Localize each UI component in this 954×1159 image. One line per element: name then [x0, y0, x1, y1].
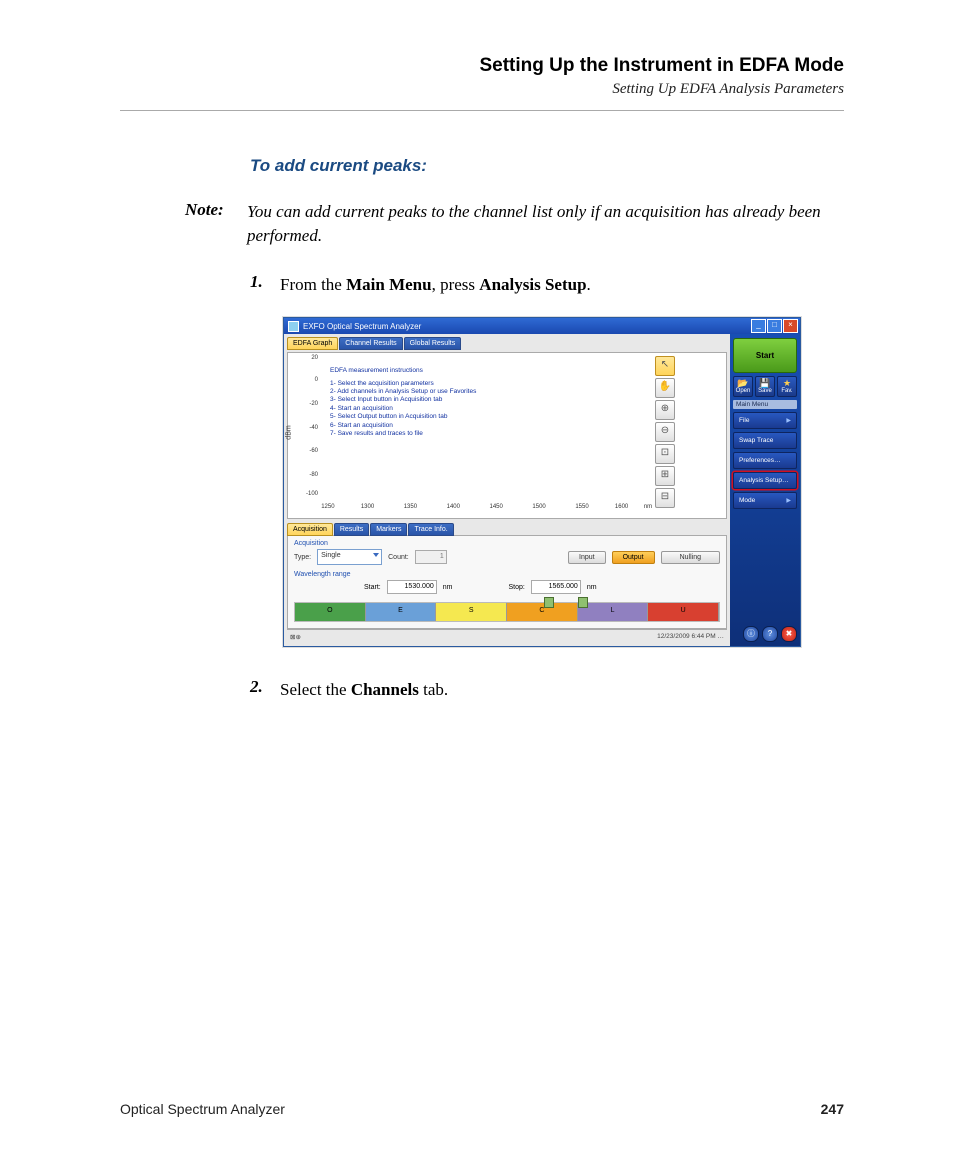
slider-handle-start[interactable]: [544, 597, 554, 608]
band-c: C: [507, 603, 578, 621]
band-o: O: [295, 603, 366, 621]
statusbar-left: ⊠⊕: [290, 633, 301, 641]
x-tick: 1300: [361, 504, 374, 510]
analysis-setup-button[interactable]: Analysis Setup…: [733, 472, 797, 489]
x-tick: 1450: [490, 504, 503, 510]
start-button[interactable]: Start: [733, 338, 797, 373]
tab-channel-results[interactable]: Channel Results: [339, 337, 402, 350]
chevron-right-icon: ▶: [786, 497, 791, 504]
y-tick: -60: [298, 448, 318, 454]
start-field[interactable]: 1530.000: [387, 580, 437, 594]
wavelength-group-label: Wavelength range: [294, 571, 720, 578]
y-tick: -40: [298, 425, 318, 431]
type-select[interactable]: Single: [317, 549, 382, 565]
stop-unit: nm: [587, 584, 597, 591]
tab-results[interactable]: Results: [334, 523, 369, 536]
y-axis-label: dBm: [286, 425, 293, 439]
window-title: EXFO Optical Spectrum Analyzer: [303, 322, 751, 331]
x-tick: 1250: [321, 504, 334, 510]
x-tick: 1400: [447, 504, 460, 510]
start-unit: nm: [443, 584, 453, 591]
section-heading: To add current peaks:: [250, 156, 844, 176]
x-tick: 1600: [615, 504, 628, 510]
zoom-fit-icon[interactable]: ⊞: [655, 466, 675, 486]
minimize-button[interactable]: _: [751, 319, 766, 333]
footer-title: Optical Spectrum Analyzer: [120, 1101, 285, 1117]
zoom-in-icon[interactable]: ⊕: [655, 400, 675, 420]
step-number: 1.: [250, 272, 280, 298]
start-label: Start:: [364, 584, 381, 591]
file-menu-button[interactable]: File▶: [733, 412, 797, 429]
step-text: From the Main Menu, press Analysis Setup…: [280, 272, 591, 298]
band-u: U: [648, 603, 719, 621]
help-button[interactable]: ?: [762, 626, 778, 642]
zoom-region-icon[interactable]: ⊡: [655, 444, 675, 464]
x-tick: 1350: [404, 504, 417, 510]
favorites-button[interactable]: ★Fav.: [777, 376, 797, 397]
maximize-button[interactable]: □: [767, 319, 782, 333]
preferences-button[interactable]: Preferences…: [733, 452, 797, 469]
tab-trace-info[interactable]: Trace Info.: [408, 523, 453, 536]
slider-handle-stop[interactable]: [578, 597, 588, 608]
app-icon: [288, 321, 299, 332]
page-title: Setting Up the Instrument in EDFA Mode: [120, 55, 844, 77]
count-label: Count:: [388, 554, 409, 561]
tab-markers[interactable]: Markers: [370, 523, 407, 536]
chevron-right-icon: ▶: [786, 417, 791, 424]
type-label: Type:: [294, 554, 311, 561]
plot-area: dBm 20 0 -20 -40 -60 -80 -100 1250: [287, 352, 727, 519]
y-tick: -20: [298, 401, 318, 407]
step-number: 2.: [250, 677, 280, 703]
exit-button[interactable]: ✖: [781, 626, 797, 642]
y-tick: 20: [298, 355, 318, 361]
acquisition-group-label: Acquisition: [294, 540, 720, 547]
divider: [120, 110, 844, 111]
open-button[interactable]: 📂Open: [733, 376, 753, 397]
main-menu-label: Main Menu: [733, 400, 797, 409]
info-button[interactable]: ⓘ: [743, 626, 759, 642]
band-e: E: [366, 603, 437, 621]
output-button[interactable]: Output: [612, 551, 655, 564]
folder-icon: 📂: [734, 379, 752, 388]
x-axis-unit: nm: [644, 504, 652, 510]
tab-global-results[interactable]: Global Results: [404, 337, 462, 350]
band-s: S: [436, 603, 507, 621]
zoom-out-icon[interactable]: ⊖: [655, 422, 675, 442]
save-button[interactable]: 💾Save: [755, 376, 775, 397]
pan-tool-icon[interactable]: ✋: [655, 378, 675, 398]
x-tick: 1500: [532, 504, 545, 510]
star-icon: ★: [778, 379, 796, 388]
tab-acquisition[interactable]: Acquisition: [287, 523, 333, 536]
step-text: Select the Channels tab.: [280, 677, 448, 703]
disk-icon: 💾: [756, 379, 774, 388]
wavelength-slider[interactable]: O E S C L U: [294, 602, 720, 622]
note-text: You can add current peaks to the channel…: [247, 200, 844, 248]
y-tick: 0: [298, 377, 318, 383]
statusbar-clock: 12/23/2009 6:44 PM …: [657, 633, 724, 640]
x-tick: 1550: [575, 504, 588, 510]
page-number: 247: [821, 1101, 844, 1117]
count-field[interactable]: 1: [415, 550, 447, 564]
y-tick: -80: [298, 472, 318, 478]
y-tick: -100: [298, 491, 318, 497]
stop-label: Stop:: [508, 584, 524, 591]
swap-trace-button[interactable]: Swap Trace: [733, 432, 797, 449]
pointer-tool-icon[interactable]: ↖: [655, 356, 675, 376]
stop-field[interactable]: 1565.000: [531, 580, 581, 594]
nulling-button[interactable]: Nulling: [661, 551, 720, 564]
input-button[interactable]: Input: [568, 551, 606, 564]
note-label: Note:: [185, 200, 247, 220]
plot-instructions: EDFA measurement instructions 1- Select …: [330, 367, 476, 439]
zoom-reset-icon[interactable]: ⊟: [655, 488, 675, 508]
titlebar: EXFO Optical Spectrum Analyzer _ □ ×: [284, 318, 800, 334]
mode-menu-button[interactable]: Mode▶: [733, 492, 797, 509]
tab-edfa-graph[interactable]: EDFA Graph: [287, 337, 338, 350]
page-subtitle: Setting Up EDFA Analysis Parameters: [120, 81, 844, 98]
app-window: EXFO Optical Spectrum Analyzer _ □ × EDF…: [283, 317, 801, 647]
close-button[interactable]: ×: [783, 319, 798, 333]
